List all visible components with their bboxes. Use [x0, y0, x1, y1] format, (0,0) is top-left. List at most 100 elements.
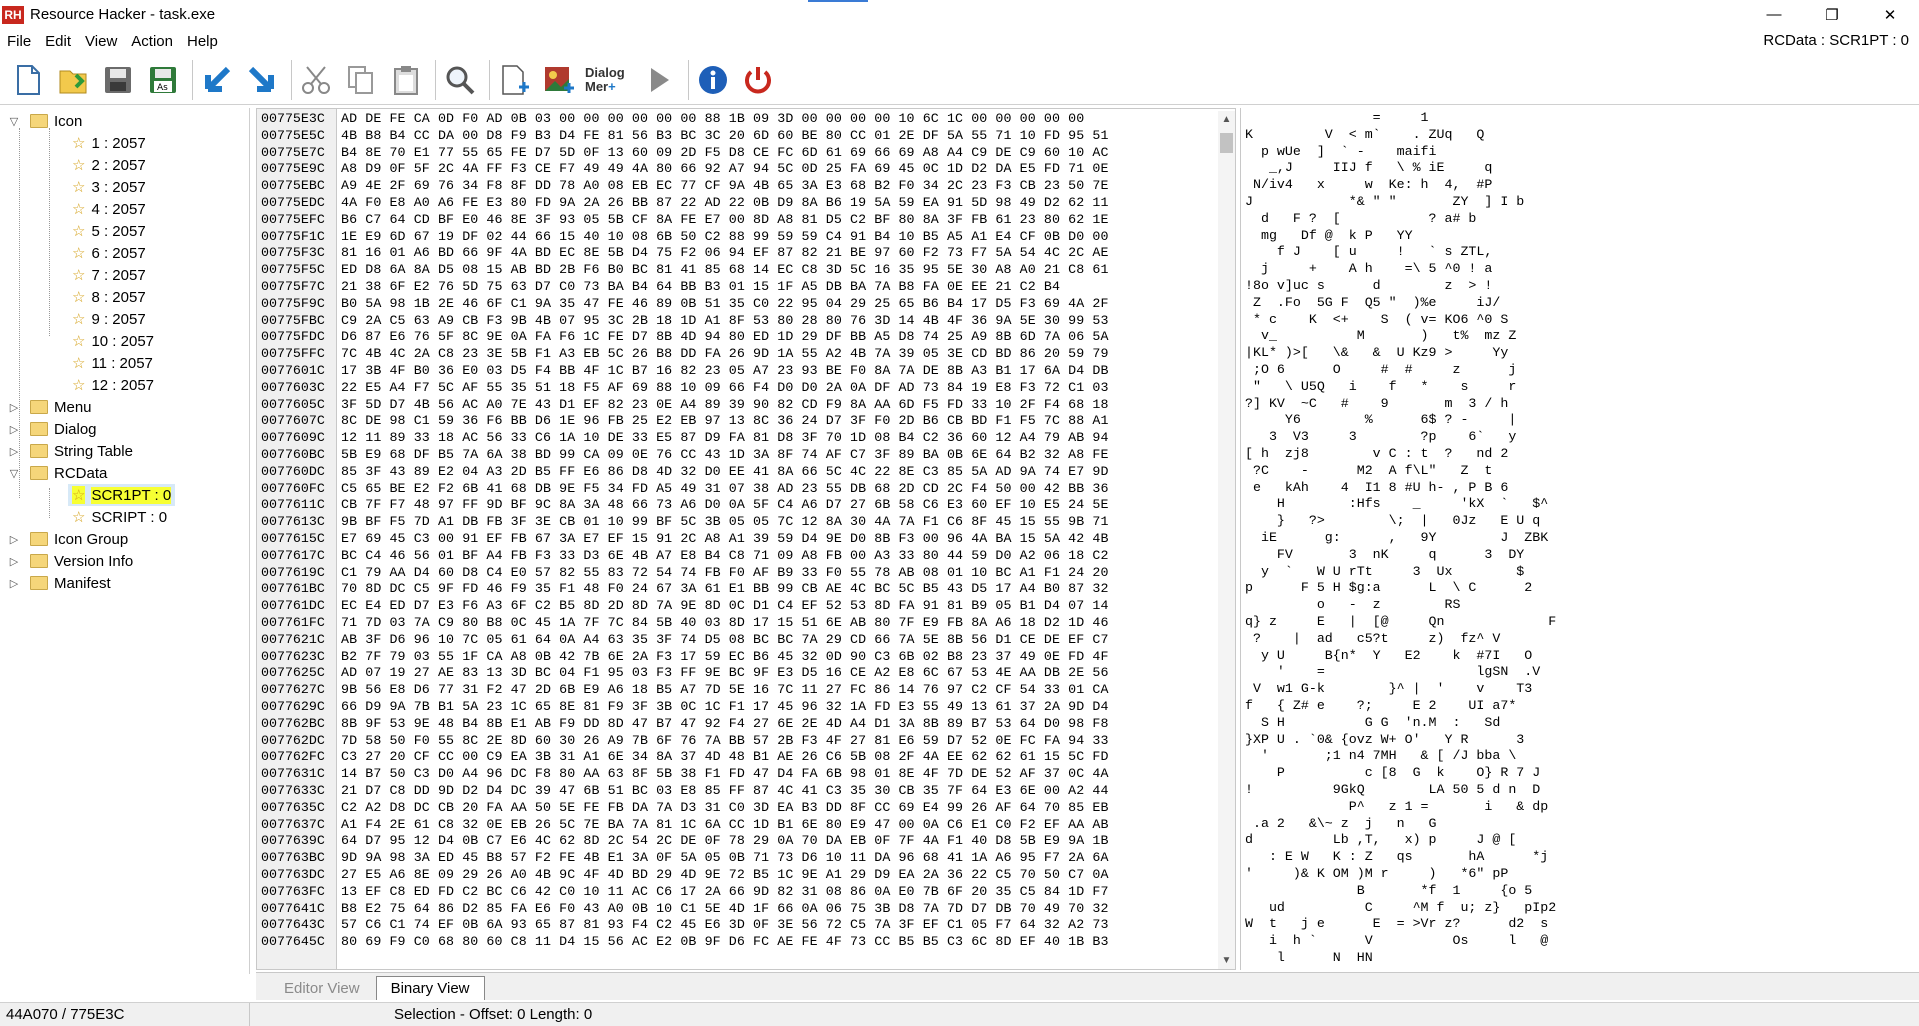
expand-icon[interactable]: ▷ — [8, 577, 20, 590]
scroll-down-icon[interactable]: ▼ — [1218, 952, 1235, 969]
ascii-view[interactable]: = 1K V < m` . ZUq Q p wUe ] ` - maifi _,… — [1240, 108, 1919, 970]
hex-row[interactable]: 0077619C C1 79 AA D4 60 D8 C4 E0 57 82 55… — [257, 565, 1109, 582]
ascii-row[interactable]: ud C ^M f u; z} pIp2 — [1245, 900, 1556, 917]
hex-bytes[interactable]: 4B B8 B4 CC DA 00 D8 F9 B3 D4 FE 81 56 B… — [335, 128, 1109, 145]
hex-row[interactable]: 00775FDC D6 87 E6 76 5F 8C 9E 0A FA F6 1C… — [257, 329, 1109, 346]
expand-icon[interactable]: ▷ — [8, 401, 20, 414]
hex-bytes[interactable]: 14 B7 50 C3 D0 A4 96 DC F8 80 AA 63 8F 5… — [335, 766, 1109, 783]
hex-row[interactable]: 00775F7C 21 38 6F E2 76 5D 75 63 D7 C0 73… — [257, 279, 1060, 296]
hex-bytes[interactable]: 21 D7 C8 DD 9D D2 D4 DC 39 47 6B 51 BC 0… — [335, 783, 1109, 800]
hex-bytes[interactable]: 27 E5 A6 8E 09 29 26 A0 4B 9C 4F 4D BD 2… — [335, 867, 1109, 884]
hex-bytes[interactable]: 7C 4B 4C 2A C8 23 3E 5B F1 A3 EB 5C 26 B… — [335, 346, 1109, 363]
hex-row[interactable]: 0077641C B8 E2 75 64 86 D2 85 FA E6 F0 43… — [257, 901, 1109, 918]
ascii-row[interactable]: S H G G 'n.M : Sd — [1245, 715, 1500, 732]
maximize-button[interactable]: ❐ — [1803, 0, 1861, 29]
tree-item-icon-10[interactable]: ☆ 10 : 2057 — [72, 330, 154, 352]
ascii-row[interactable]: [ h zj8 v C : t ? nd 2 — [1245, 446, 1508, 463]
tree-node-dialog[interactable]: ▷ Dialog — [8, 418, 97, 440]
hex-bytes[interactable]: 81 16 01 A6 BD 66 9F 4A BD EC 8E 5B D4 7… — [335, 245, 1109, 262]
hex-row[interactable]: 007760FC C5 65 BE E2 F2 6B 41 68 DB 9E F5… — [257, 481, 1109, 498]
hex-bytes[interactable]: C3 27 20 CF CC 00 C9 EA 3B 31 A1 6E 34 8… — [335, 749, 1109, 766]
ascii-row[interactable]: ?C - M2 A f\L" Z t — [1245, 463, 1492, 480]
ascii-row[interactable]: q} z E | [@ Qn F — [1245, 614, 1556, 631]
hex-bytes[interactable]: 12 11 89 33 18 AC 56 33 C6 1A 10 DE 33 E… — [335, 430, 1109, 447]
tree-node-manifest[interactable]: ▷ Manifest — [8, 572, 111, 594]
forward-button[interactable] — [242, 58, 282, 102]
hex-bytes[interactable]: E7 69 45 C3 00 91 EF FB 67 3A E7 EF 15 9… — [335, 531, 1109, 548]
close-button[interactable]: ✕ — [1861, 0, 1919, 29]
hex-bytes[interactable]: C2 A2 D8 DC CB 20 FA AA 50 5E FE FB DA 7… — [335, 800, 1109, 817]
hex-bytes[interactable]: 5B E9 68 DF B5 7A 6A 38 BD 99 CA 09 0E 7… — [335, 447, 1109, 464]
ascii-row[interactable]: .a 2 &\~ z j n G — [1245, 816, 1437, 833]
hex-row[interactable]: 0077615C E7 69 45 C3 00 91 EF FB 67 3A E7… — [257, 531, 1109, 548]
scroll-thumb[interactable] — [1220, 133, 1233, 153]
hex-row[interactable]: 00775F5C ED D8 6A 8A D5 08 15 AB BD 2B F6… — [257, 262, 1109, 279]
ascii-row[interactable]: y ` W U rTt 3 Ux $ — [1245, 564, 1524, 581]
hex-bytes[interactable]: C1 79 AA D4 60 D8 C4 E0 57 82 55 83 72 5… — [335, 565, 1109, 582]
run-script-button[interactable] — [639, 58, 679, 102]
hex-bytes[interactable]: 21 38 6F E2 76 5D 75 63 D7 C0 73 BA B4 6… — [335, 279, 1060, 296]
hex-bytes[interactable]: 3F 5D D7 4B 56 AC A0 7E 43 D1 EF 82 23 0… — [335, 397, 1109, 414]
ascii-row[interactable]: f J [ u ! ` s ZTL, — [1245, 244, 1492, 261]
hex-row[interactable]: 007762DC 7D 58 50 F0 55 8C 2E 8D 60 30 26… — [257, 733, 1109, 750]
hex-bytes[interactable]: 22 E5 A4 F7 5C AF 55 35 51 18 F5 AF 69 8… — [335, 380, 1109, 397]
hex-row[interactable]: 0077629C 66 D9 9A 7B B1 5A 23 1C 65 8E 81… — [257, 699, 1109, 716]
menu-view[interactable]: View — [78, 33, 124, 50]
hex-row[interactable]: 0077603C 22 E5 A4 F7 5C AF 55 35 51 18 F5… — [257, 380, 1109, 397]
ascii-row[interactable]: !8o v]uc s d z > ! — [1245, 278, 1492, 295]
hex-bytes[interactable]: 9B BF F5 7D A1 DB FB 3F 3E CB 01 10 99 B… — [335, 514, 1109, 531]
tab-editor-view[interactable]: Editor View — [270, 976, 374, 1000]
tree-item-icon-2[interactable]: ☆ 2 : 2057 — [72, 154, 146, 176]
expand-icon[interactable]: ▷ — [8, 533, 20, 546]
ascii-row[interactable]: o - z RS — [1245, 597, 1461, 614]
tree-item-scr1pt[interactable]: ☆ SCR1PT : 0 — [68, 484, 176, 506]
hex-bytes[interactable]: 1E E9 6D 67 19 DF 02 44 66 15 40 10 08 6… — [335, 229, 1109, 246]
ascii-row[interactable]: }XP U . `0& {ovz W+ O' Y R 3 — [1245, 732, 1524, 749]
tree-item-icon-9[interactable]: ☆ 9 : 2057 — [72, 308, 146, 330]
hex-bytes[interactable]: 57 C6 C1 74 EF 0B 6A 93 65 87 81 93 F4 C… — [335, 917, 1109, 934]
tree-item-script[interactable]: ☆ SCRIPT : 0 — [72, 506, 167, 528]
hex-row[interactable]: 00775E9C A8 D9 0F 5F 2C 4A FF F3 CE F7 49… — [257, 161, 1109, 178]
hex-bytes[interactable]: 17 3B 4F B0 36 E0 03 D5 F4 BB 4F 1C B7 1… — [335, 363, 1109, 380]
hex-bytes[interactable]: B0 5A 98 1B 2E 46 6F C1 9A 35 47 FE 46 8… — [335, 296, 1109, 313]
ascii-row[interactable]: 3 V3 3 ?p 6` y — [1245, 429, 1516, 446]
hex-row[interactable]: 0077645C 80 69 F9 C0 68 80 60 C8 11 D4 15… — [257, 934, 1109, 951]
copy-button[interactable] — [341, 58, 381, 102]
ascii-row[interactable]: = 1 — [1245, 110, 1429, 127]
tree-item-icon-5[interactable]: ☆ 5 : 2057 — [72, 220, 146, 242]
hex-row[interactable]: 0077635C C2 A2 D8 DC CB 20 FA AA 50 5E FE… — [257, 800, 1109, 817]
save-button[interactable] — [98, 58, 138, 102]
ascii-row[interactable]: ;O 6 O # # z j — [1245, 362, 1516, 379]
hex-bytes[interactable]: A8 D9 0F 5F 2C 4A FF F3 CE F7 49 49 4A 8… — [335, 161, 1109, 178]
menu-file[interactable]: File — [0, 33, 38, 50]
tree-item-icon-6[interactable]: ☆ 6 : 2057 — [72, 242, 146, 264]
ascii-row[interactable]: ? | ad c5?t z) fz^ V — [1245, 631, 1500, 648]
hex-row[interactable]: 007760DC 85 3F 43 89 E2 04 A3 2D B5 FF E6… — [257, 464, 1109, 481]
menu-edit[interactable]: Edit — [38, 33, 78, 50]
hex-row[interactable]: 0077607C 8C DE 98 C1 59 36 F6 BB D6 1E 96… — [257, 413, 1109, 430]
new-file-button[interactable] — [8, 58, 48, 102]
ascii-row[interactable]: " \ U5Q i f * s r — [1245, 379, 1516, 396]
hex-bytes[interactable]: CB 7F F7 48 97 FF 9D BF 9C 8A 3A 48 66 7… — [335, 497, 1109, 514]
tree-item-icon-12[interactable]: ☆ 12 : 2057 — [72, 374, 154, 396]
save-as-button[interactable]: As — [143, 58, 183, 102]
hex-bytes[interactable]: 8B 9F 53 9E 48 B4 8B E1 AB F9 DD 8D 47 B… — [335, 716, 1109, 733]
ascii-row[interactable]: P^ z 1 = i & dp — [1245, 799, 1549, 816]
hex-row[interactable]: 0077639C 64 D7 95 12 D4 0B C7 E6 4C 62 8D… — [257, 833, 1109, 850]
hex-row[interactable]: 00775FBC C9 2A C5 63 A9 CB F3 9B 4B 07 95… — [257, 313, 1109, 330]
dialog-merger-button[interactable]: Dialog Mer+ — [584, 58, 634, 102]
hex-bytes[interactable]: B6 C7 64 CD BF E0 46 8E 3F 93 05 5B CF 8… — [335, 212, 1109, 229]
hex-scrollbar[interactable]: ▲ ▼ — [1218, 111, 1235, 969]
hex-row[interactable]: 0077621C AB 3F D6 96 10 7C 05 61 64 0A A4… — [257, 632, 1109, 649]
tree-item-icon-3[interactable]: ☆ 3 : 2057 — [72, 176, 146, 198]
ascii-row[interactable]: B *f 1 {o 5 — [1245, 883, 1533, 900]
hex-bytes[interactable]: 9B 56 E8 D6 77 31 F2 47 2D 6B E9 A6 18 B… — [335, 682, 1109, 699]
ascii-row[interactable]: p wUe ] ` - maifi — [1245, 144, 1437, 161]
hex-row[interactable]: 0077611C CB 7F F7 48 97 FF 9D BF 9C 8A 3A… — [257, 497, 1109, 514]
hex-bytes[interactable]: A1 F4 2E 61 C8 32 0E EB 26 5C 7E BA 7A 8… — [335, 817, 1109, 834]
hex-row[interactable]: 007762BC 8B 9F 53 9E 48 B4 8B E1 AB F9 DD… — [257, 716, 1109, 733]
scroll-up-icon[interactable]: ▲ — [1218, 111, 1235, 128]
open-file-button[interactable] — [53, 58, 93, 102]
ascii-row[interactable]: ' ;1 n4 7MH & [ /J bba \ — [1245, 748, 1516, 765]
ascii-row[interactable]: P c [8 G k O} R 7 J — [1245, 765, 1540, 782]
